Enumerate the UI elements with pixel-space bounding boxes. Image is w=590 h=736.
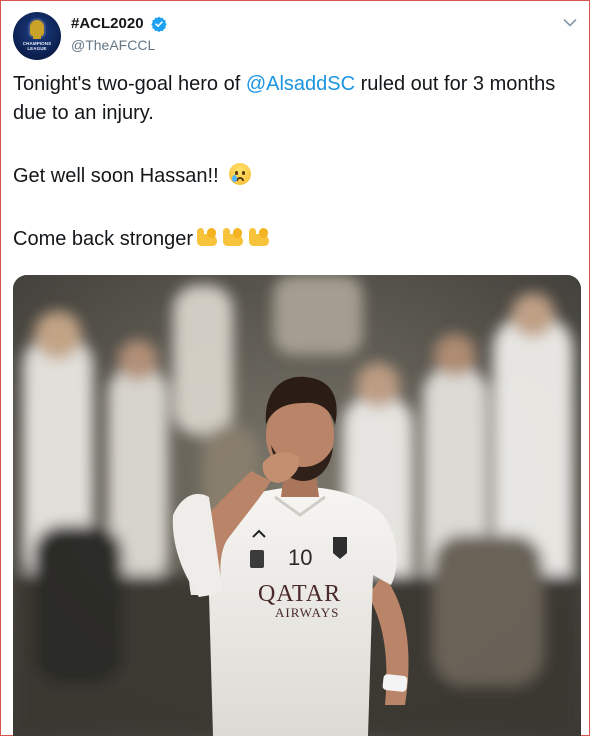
mention-link[interactable]: @AlsaddSC: [246, 73, 355, 95]
account-names: #ACL2020 @TheAFCCL: [71, 15, 167, 53]
tweet-paragraph-2: Get well soon Hassan!!: [13, 162, 577, 191]
chevron-down-icon[interactable]: [563, 18, 577, 28]
sponsor-text-line2: AIRWAYS: [275, 605, 339, 620]
avatar-wordmark: CHAMPIONS LEAGUE: [22, 41, 52, 51]
display-name[interactable]: #ACL2020: [71, 15, 144, 32]
flexed-biceps-emoji-icon: [195, 226, 219, 250]
verified-badge-icon: [151, 16, 167, 32]
jersey-number: 10: [288, 545, 312, 570]
sponsor-text-line1: QATAR: [258, 581, 341, 607]
crying-face-emoji-icon: [228, 163, 251, 185]
player-photo-illustration: 10 QATAR AIRWAYS: [13, 275, 581, 736]
flexed-biceps-emoji-icon: [221, 226, 245, 250]
tweet-paragraph-3: Come back stronger: [13, 225, 577, 254]
tweet-header: CHAMPIONS LEAGUE #ACL2020 @TheAFCCL: [13, 12, 577, 62]
tweet-text: Tonight's two-goal hero of @AlsaddSC rul…: [13, 70, 577, 254]
avatar[interactable]: CHAMPIONS LEAGUE: [13, 12, 61, 60]
tweet-paragraph-1: Tonight's two-goal hero of @AlsaddSC rul…: [13, 73, 556, 124]
flexed-biceps-emoji-icon: [247, 226, 271, 250]
account-handle[interactable]: @TheAFCCL: [71, 37, 167, 53]
tweet-photo[interactable]: 10 QATAR AIRWAYS: [13, 275, 581, 736]
trophy-icon: [30, 20, 44, 36]
